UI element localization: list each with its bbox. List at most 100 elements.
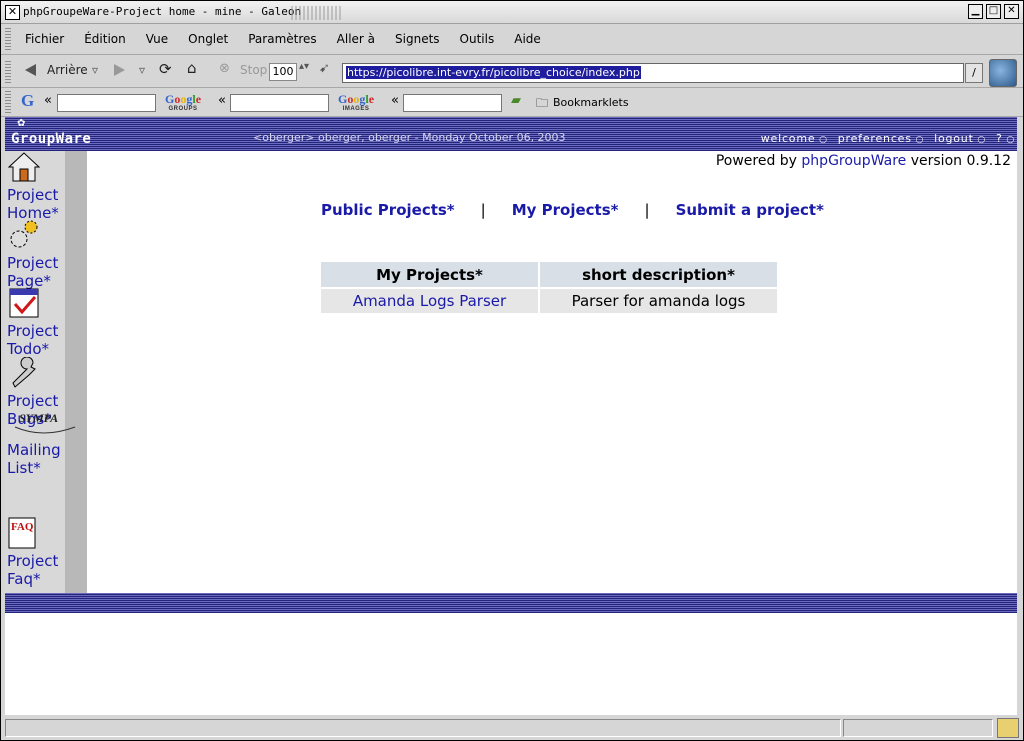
google-groups-logo: Google GROUPS [165, 92, 202, 112]
sidebar-link-line1[interactable]: Project [7, 186, 77, 204]
window-menu-button[interactable]: ✕ [5, 5, 20, 20]
project-nav: Public Projects* | My Projects* | Submit… [321, 201, 824, 219]
sympa-logo: SYMPA [14, 411, 85, 441]
sidebar-link-line1[interactable]: Project [7, 254, 77, 272]
folder-icon: 🗀 [536, 96, 549, 110]
sidebar-item-mailing-list[interactable]: SYMPA Mailing List* [7, 411, 77, 477]
page-border [1017, 117, 1023, 715]
back-arrow-icon[interactable] [25, 64, 36, 76]
titlebar-grip [291, 6, 341, 20]
sidebar-item-project-home[interactable]: Project Home* [7, 151, 77, 222]
sidebar-link-line1[interactable]: Project [7, 392, 77, 410]
jump-icon[interactable]: ➹ [319, 61, 330, 76]
column-header-my-projects: My Projects* [321, 262, 540, 288]
back-history-chevron-icon[interactable]: ▿ [92, 63, 98, 77]
progress-field [843, 719, 993, 737]
menu-aller-a[interactable]: Aller à [337, 32, 375, 46]
menu-signets[interactable]: Signets [395, 32, 440, 46]
searchbar-grip[interactable] [5, 91, 11, 113]
google-images-logo: Google IMAGES [338, 92, 375, 112]
url-field[interactable]: https://picolibre.int-evry.fr/picolibre_… [342, 63, 964, 83]
browser-throbber-icon [989, 59, 1017, 87]
preferences-link[interactable]: preferences [838, 132, 924, 145]
url-dropdown-button[interactable]: / [965, 63, 983, 83]
images-go-icon[interactable]: « [391, 93, 399, 108]
close-button[interactable]: ✕ [1004, 4, 1019, 19]
browser-window: ✕ phpGroupeWare-Project home - mine - Ga… [0, 0, 1024, 741]
user-info: <oberger> oberger, oberger - Monday Octo… [253, 131, 566, 144]
menubar-grip[interactable] [5, 28, 11, 50]
search-go-icon[interactable]: « [44, 93, 52, 108]
forward-arrow-icon[interactable] [114, 64, 125, 76]
security-lock-icon[interactable] [997, 718, 1019, 738]
google-groups-input[interactable] [230, 94, 329, 112]
faq-icon: FAQ [8, 517, 36, 549]
menu-parametres[interactable]: Paramètres [248, 32, 316, 46]
sidebar-link-line1[interactable]: Mailing [7, 441, 77, 459]
sidebar-link-line2[interactable]: List* [7, 459, 77, 477]
images-label: IMAGES [342, 106, 370, 112]
minimize-button[interactable]: ▁ [968, 4, 983, 19]
projects-table: My Projects* short description* Amanda L… [321, 262, 779, 313]
window-title: phpGroupeWare-Project home - mine - Gale… [23, 5, 302, 18]
project-name-cell: Amanda Logs Parser [321, 287, 540, 313]
my-projects-link[interactable]: My Projects* [512, 201, 619, 219]
sidebar-link-line2[interactable]: Faq* [7, 570, 77, 588]
phpgroupware-link[interactable]: phpGroupWare [801, 153, 906, 169]
menu-aide[interactable]: Aide [514, 32, 541, 46]
zoom-spinner-icon[interactable]: ▴▾ [299, 61, 309, 72]
toolbar-grip[interactable] [5, 59, 11, 83]
sidebar-link-line2[interactable]: Todo* [7, 340, 77, 358]
page-content: ✿ GroupWare <oberger> oberger, oberger - … [5, 117, 1019, 715]
phpgroupware-header: ✿ GroupWare <oberger> oberger, oberger - … [5, 117, 1019, 151]
table-header-row: My Projects* short description* [321, 262, 779, 288]
google-images-input[interactable] [403, 94, 502, 112]
groupware-logo: ✿ GroupWare [11, 118, 92, 147]
welcome-link[interactable]: welcome [761, 132, 828, 145]
sidebar-item-project-todo[interactable]: Project Todo* [7, 287, 77, 358]
google-search-input[interactable] [57, 94, 156, 112]
groups-go-icon[interactable]: « [218, 93, 226, 108]
phpgroupware-footer [5, 593, 1019, 613]
gears-icon [10, 220, 38, 248]
help-link[interactable]: ? [996, 132, 1015, 145]
bookmarklets-folder[interactable]: Bookmarklets [553, 96, 629, 109]
wrench-icon [12, 356, 36, 388]
menu-onglet[interactable]: Onglet [188, 32, 228, 46]
powered-version: version 0.9.12 [910, 153, 1011, 169]
sidebar-item-project-faq[interactable]: FAQ Project Faq* [7, 517, 77, 588]
home-icon[interactable]: ⌂ [187, 59, 197, 77]
faq-icon-letters: FAQ [11, 521, 34, 533]
stop-button[interactable]: Stop [240, 63, 267, 77]
house-icon [7, 152, 41, 182]
calendar-check-icon [9, 288, 39, 318]
project-description-cell: Parser for amanda logs [539, 287, 779, 313]
sidebar-link-line1[interactable]: Project [7, 552, 77, 570]
column-header-short-description: short description* [539, 262, 779, 288]
menu-vue[interactable]: Vue [146, 32, 168, 46]
google-icon: G [21, 91, 35, 110]
title-bar[interactable]: ✕ phpGroupeWare-Project home - mine - Ga… [1, 1, 1023, 24]
submit-project-link[interactable]: Submit a project* [676, 201, 824, 219]
powered-by: Powered by phpGroupWare version 0.9.12 [716, 153, 1011, 169]
menu-outils[interactable]: Outils [460, 32, 495, 46]
nav-separator: | [480, 201, 486, 219]
reload-icon[interactable]: ⟳ [159, 60, 172, 78]
logout-link[interactable]: logout [934, 132, 986, 145]
url-text: https://picolibre.int-evry.fr/picolibre_… [346, 66, 641, 79]
book-icon: ▰ [511, 93, 521, 108]
zoom-field[interactable]: 100 [269, 63, 297, 81]
powered-prefix: Powered by [715, 153, 797, 169]
menu-fichier[interactable]: Fichier [25, 32, 64, 46]
project-sidebar: Project Home* Project Page* Project Todo* P… [5, 151, 87, 593]
back-button[interactable]: Arrière [47, 63, 88, 77]
menu-edition[interactable]: Édition [84, 32, 126, 46]
stop-icon[interactable]: ⊗ [219, 61, 230, 76]
maximize-button[interactable]: □ [986, 4, 1001, 19]
public-projects-link[interactable]: Public Projects* [321, 201, 455, 219]
project-link[interactable]: Amanda Logs Parser [353, 292, 506, 310]
forward-history-chevron-icon[interactable]: ▿ [139, 63, 145, 77]
sidebar-link-line1[interactable]: Project [7, 322, 77, 340]
status-bar [1, 716, 1023, 740]
sidebar-item-project-page[interactable]: Project Page* [7, 219, 77, 290]
